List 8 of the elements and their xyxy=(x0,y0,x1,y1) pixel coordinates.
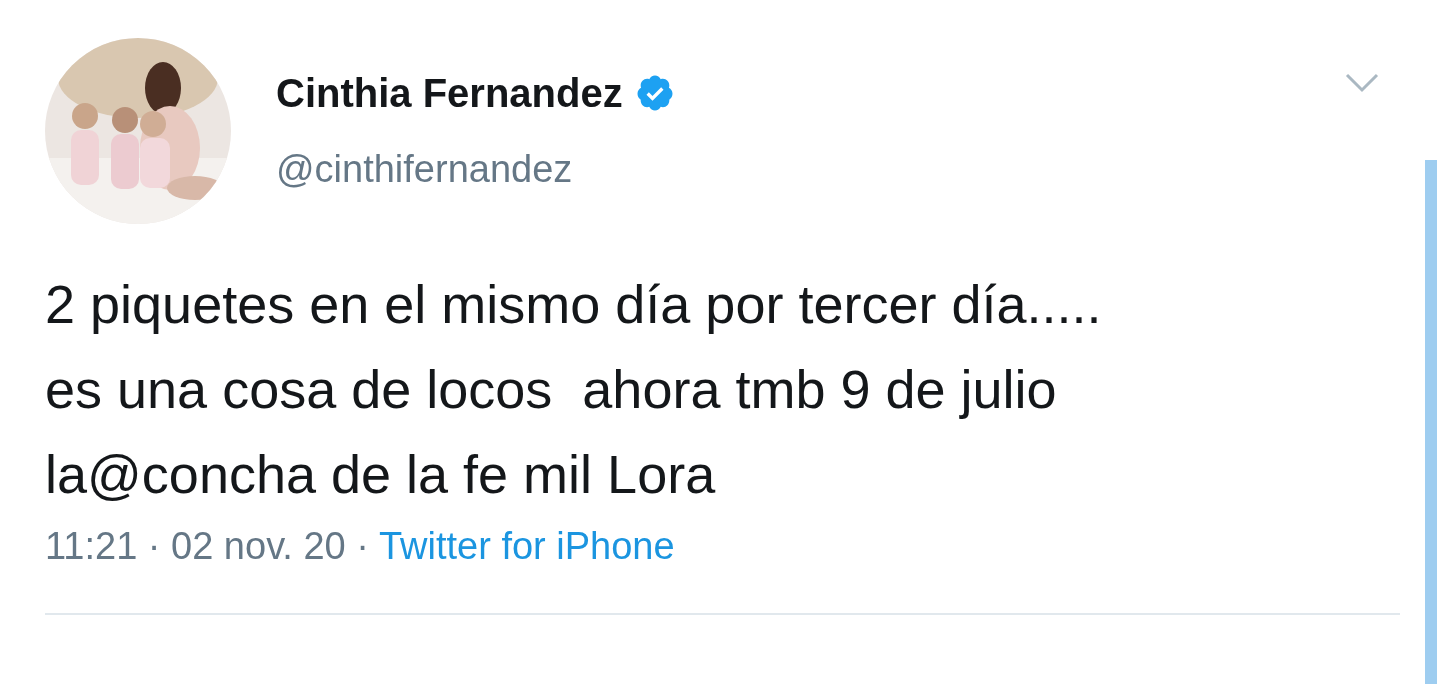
tweet-text-line: es una cosa de locos ahora tmb 9 de julio xyxy=(45,358,1058,421)
tweet-timestamp: 11:21 · 02 nov. 20 · xyxy=(45,524,369,569)
scrollbar[interactable] xyxy=(1425,160,1437,684)
author-handle: @cinthifernandez xyxy=(276,147,574,192)
chevron-down-icon[interactable] xyxy=(1344,72,1380,94)
author-name[interactable]: Cinthia Fernandez xyxy=(276,68,623,118)
tweet-text-line: 2 piquetes en el mismo día por tercer día..... xyxy=(45,273,1103,336)
tweet-text-line: la@concha de la fe mil Lora xyxy=(45,443,717,506)
